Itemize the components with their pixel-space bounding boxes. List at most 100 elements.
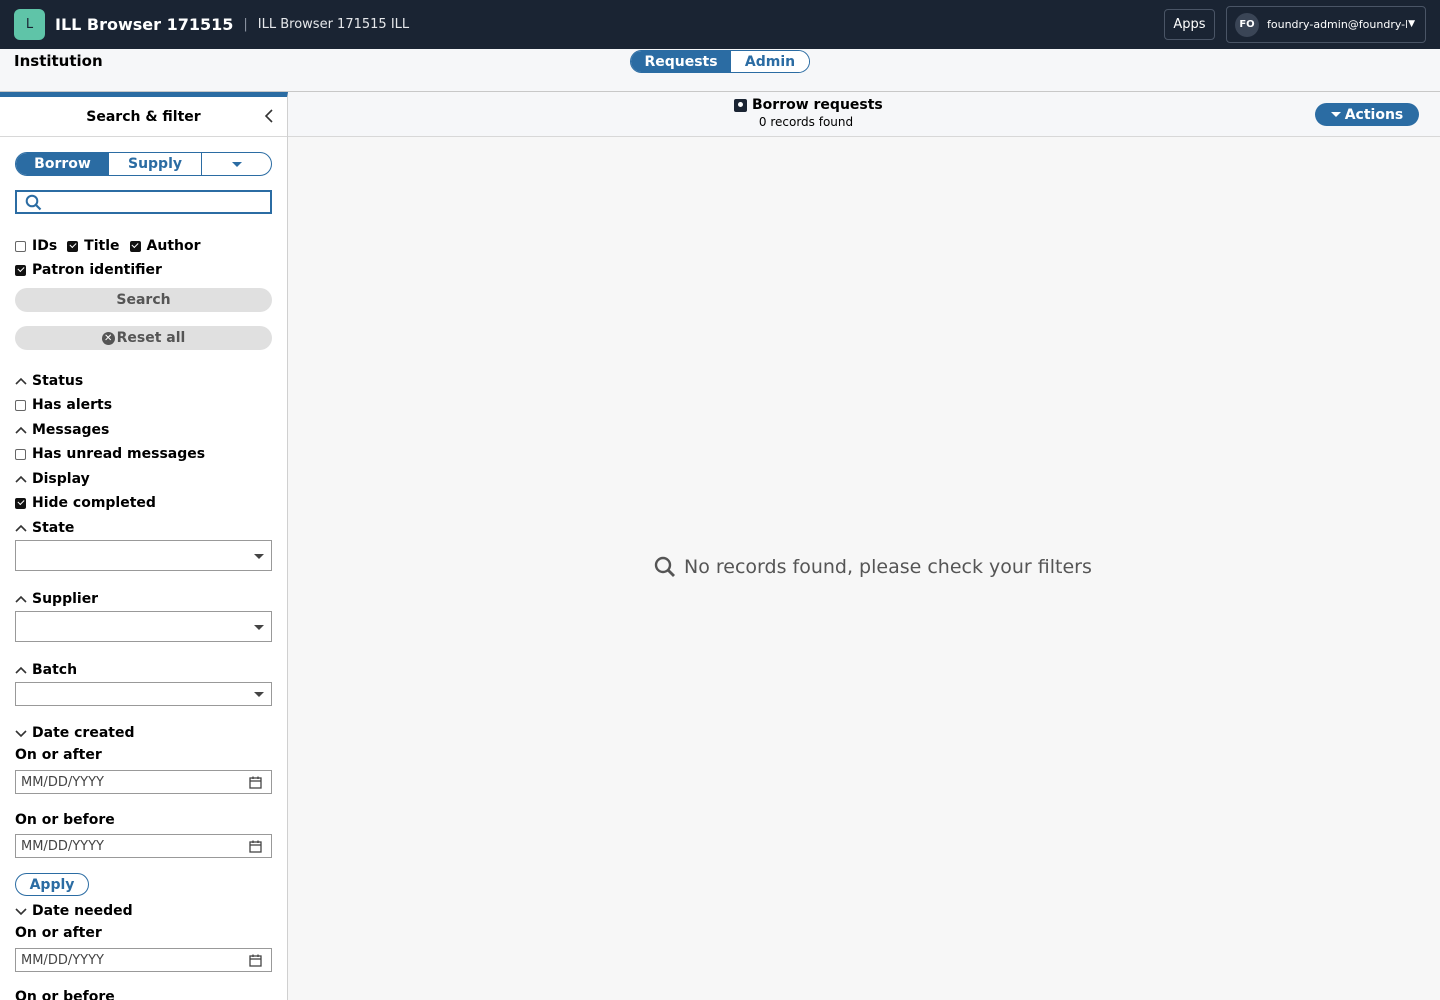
date-placeholder: MM/DD/YYYY: [21, 953, 104, 968]
user-avatar: FO: [1235, 12, 1259, 37]
hide-completed-checkbox[interactable]: [15, 497, 26, 509]
display-section-toggle[interactable]: Display: [15, 470, 90, 488]
date-placeholder: MM/DD/YYYY: [21, 775, 104, 790]
search-button[interactable]: Search: [15, 288, 272, 312]
title-label: Title: [84, 238, 120, 254]
author-checkbox[interactable]: [129, 240, 141, 252]
app-icon[interactable]: L: [14, 9, 45, 40]
actions-button[interactable]: Actions: [1315, 103, 1419, 126]
unread-messages-checkbox[interactable]: [15, 448, 26, 460]
has-alerts-option: Has alerts: [15, 396, 112, 414]
mode-dropdown[interactable]: [202, 153, 271, 175]
chevron-down-icon: [15, 730, 27, 738]
unread-messages-option: Has unread messages: [15, 445, 205, 463]
app-subtitle: ILL Browser 171515 ILL: [257, 17, 410, 32]
mode-switcher: Borrow Supply: [15, 152, 272, 176]
needed-on-or-after-label: On or after: [15, 925, 102, 941]
date-placeholder: MM/DD/YYYY: [21, 839, 104, 854]
unread-messages-label: Has unread messages: [32, 446, 206, 462]
user-menu-button[interactable]: FO foundry-admin@foundry-l... ▼: [1226, 6, 1426, 43]
close-circle-icon: ✕: [101, 331, 115, 345]
results-title: Borrow requests: [734, 97, 883, 113]
user-email: foundry-admin@foundry-l...: [1267, 18, 1407, 31]
results-header: Borrow requests 0 records found Actions: [288, 92, 1440, 137]
search-icon: [25, 194, 42, 211]
hide-completed-label: Hide completed: [32, 495, 156, 511]
hide-completed-option: Hide completed: [15, 494, 156, 512]
reset-all-label: Reset all: [116, 330, 186, 346]
caret-down-icon: ▼: [1408, 19, 1415, 29]
search-icon: [654, 556, 675, 577]
location-pin-icon: [734, 98, 747, 112]
tab-supply[interactable]: Supply: [109, 153, 202, 175]
author-label: Author: [146, 238, 201, 254]
empty-message: No records found, please check your filt…: [684, 556, 1092, 578]
title-separator: |: [243, 17, 248, 32]
date-needed-heading: Date needed: [32, 903, 133, 919]
sidebar-title: Search & filter: [86, 108, 201, 125]
calendar-icon[interactable]: [249, 776, 262, 789]
tab-admin[interactable]: Admin: [731, 51, 809, 72]
chevron-up-icon: [15, 595, 27, 603]
institution-label: Institution: [14, 52, 103, 70]
state-select[interactable]: [15, 540, 272, 571]
chevron-up-icon: [15, 524, 27, 532]
ids-label: IDs: [32, 238, 58, 254]
patron-identifier-label: Patron identifier: [32, 262, 162, 278]
calendar-icon[interactable]: [249, 954, 262, 967]
date-created-section-toggle[interactable]: Date created: [15, 724, 134, 742]
caret-down-icon: [254, 624, 264, 630]
batch-heading: Batch: [32, 662, 78, 678]
institution-bar: Institution Requests Admin: [0, 49, 1440, 92]
reset-all-button[interactable]: ✕ Reset all: [15, 326, 272, 350]
has-alerts-label: Has alerts: [32, 397, 113, 413]
chevron-up-icon: [15, 377, 27, 385]
created-on-or-after-input[interactable]: MM/DD/YYYY: [15, 770, 272, 794]
sidebar-header: Search & filter: [0, 97, 287, 137]
results-title-text: Borrow requests: [752, 97, 883, 113]
needed-on-or-after-input[interactable]: MM/DD/YYYY: [15, 948, 272, 972]
status-section-toggle[interactable]: Status: [15, 372, 83, 390]
apply-date-button[interactable]: Apply: [15, 873, 89, 896]
title-checkbox[interactable]: [67, 240, 79, 252]
date-needed-section-toggle[interactable]: Date needed: [15, 902, 133, 920]
empty-state: No records found, please check your filt…: [654, 556, 1092, 578]
date-created-heading: Date created: [32, 725, 135, 741]
supplier-heading: Supplier: [32, 591, 99, 607]
messages-heading: Messages: [32, 422, 110, 438]
caret-down-icon: [1330, 112, 1341, 117]
created-on-or-after-label: On or after: [15, 747, 102, 763]
actions-label: Actions: [1344, 106, 1404, 123]
tab-borrow[interactable]: Borrow: [16, 153, 109, 175]
collapse-chevron-icon[interactable]: [263, 109, 275, 123]
chevron-up-icon: [15, 666, 27, 674]
chevron-down-icon: [15, 908, 27, 916]
search-filter-sidebar: Search & filter Borrow Supply IDs Title …: [0, 92, 288, 1000]
caret-down-icon: [254, 553, 264, 559]
supplier-section-toggle[interactable]: Supplier: [15, 590, 98, 608]
display-heading: Display: [32, 471, 90, 487]
batch-select[interactable]: [15, 682, 272, 706]
calendar-icon[interactable]: [249, 840, 262, 853]
batch-section-toggle[interactable]: Batch: [15, 661, 77, 679]
chevron-up-icon: [15, 475, 27, 483]
ids-checkbox[interactable]: [15, 240, 26, 252]
search-field: [15, 190, 272, 214]
search-input[interactable]: [49, 192, 264, 212]
state-section-toggle[interactable]: State: [15, 519, 74, 537]
messages-section-toggle[interactable]: Messages: [15, 421, 109, 439]
tab-requests[interactable]: Requests: [631, 51, 731, 72]
top-navigation-bar: L ILL Browser 171515 | ILL Browser 17151…: [0, 0, 1440, 49]
created-on-or-before-input[interactable]: MM/DD/YYYY: [15, 834, 272, 858]
caret-down-icon: [254, 692, 264, 697]
main-tab-switcher: Requests Admin: [630, 50, 810, 73]
app-title[interactable]: ILL Browser 171515: [55, 15, 233, 34]
state-heading: State: [32, 520, 75, 536]
has-alerts-checkbox[interactable]: [15, 399, 26, 411]
supplier-select[interactable]: [15, 611, 272, 642]
needed-on-or-before-label: On or before: [15, 989, 115, 1000]
search-field-options: IDs Title Author: [15, 237, 201, 255]
status-heading: Status: [32, 373, 84, 389]
apps-button[interactable]: Apps: [1164, 9, 1215, 40]
patron-identifier-checkbox[interactable]: [15, 264, 26, 276]
